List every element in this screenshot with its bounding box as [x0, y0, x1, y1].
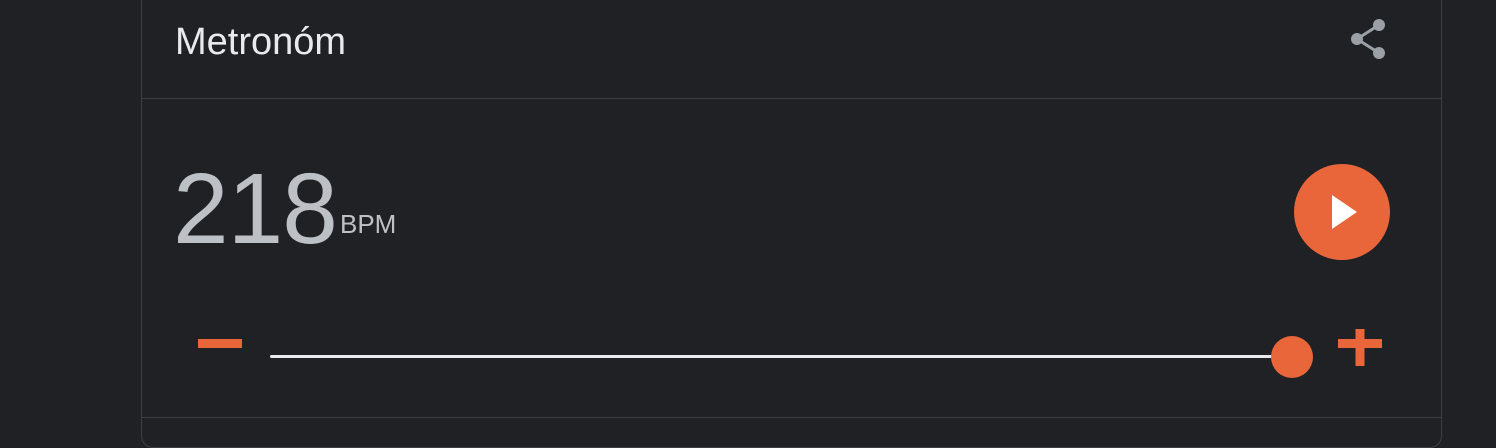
bpm-unit-label: BPM	[340, 209, 397, 239]
slider-thumb[interactable]	[1271, 336, 1313, 378]
play-icon	[1332, 195, 1357, 229]
increase-tempo-button[interactable]	[1332, 322, 1388, 385]
slider-track	[270, 355, 1292, 358]
card-header: Metronóm	[142, 1, 1441, 99]
share-button[interactable]	[1349, 17, 1389, 61]
play-button[interactable]	[1294, 164, 1390, 260]
decrease-tempo-button[interactable]	[192, 329, 248, 385]
tempo-slider[interactable]	[270, 334, 1313, 380]
widget-title: Metronóm	[175, 21, 347, 63]
bpm-value: 218	[173, 153, 338, 265]
share-icon	[1351, 19, 1385, 59]
metronome-card: Metronóm 218 BPM	[141, 0, 1442, 448]
minus-icon	[198, 339, 242, 348]
plus-icon	[1338, 322, 1382, 366]
bottom-divider	[142, 417, 1441, 418]
